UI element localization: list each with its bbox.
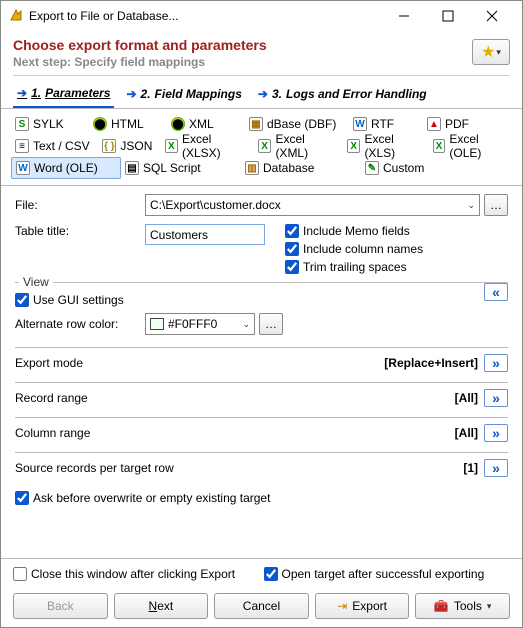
close-button[interactable] (470, 2, 514, 30)
favorites-button[interactable]: ★ ▾ (472, 39, 510, 65)
format-custom[interactable]: ✎Custom (361, 157, 471, 179)
format-excel-xlsx[interactable]: XExcel (XLSX) (161, 135, 254, 157)
table-title-label: Table title: (15, 224, 145, 238)
window-title: Export to File or Database... (29, 9, 382, 23)
src-per-row-expand-button[interactable]: » (484, 459, 508, 477)
excel-icon: X (258, 139, 272, 153)
export-mode-expand-button[interactable]: » (484, 354, 508, 372)
maximize-button[interactable] (426, 2, 470, 30)
arrow-icon: ➔ (258, 87, 268, 101)
view-group: View « Use GUI settings Alternate row co… (15, 282, 508, 335)
check-ask-overwrite[interactable]: Ask before overwrite or empty existing t… (15, 491, 508, 505)
format-json[interactable]: { }JSON (98, 135, 160, 157)
double-chevron-right-icon: » (492, 425, 500, 441)
ellipsis-icon: … (490, 198, 502, 212)
star-icon: ★ (481, 42, 495, 62)
check-trim-spaces[interactable]: Trim trailing spaces (285, 260, 423, 274)
export-mode-row: Export mode [Replace+Insert] » (15, 347, 508, 370)
file-value: C:\Export\customer.docx (150, 198, 281, 212)
json-icon: { } (102, 139, 116, 153)
file-combo[interactable]: C:\Export\customer.docx ⌄ (145, 194, 480, 216)
sql-icon: ▤ (125, 161, 139, 175)
src-per-row-row: Source records per target row [1] » (15, 452, 508, 475)
excel-icon: X (433, 139, 446, 153)
titlebar: Export to File or Database... (1, 1, 522, 31)
excel-icon: X (165, 139, 178, 153)
database-icon: ▥ (245, 161, 259, 175)
record-range-expand-button[interactable]: » (484, 389, 508, 407)
minimize-button[interactable] (382, 2, 426, 30)
record-range-row: Record range [All] » (15, 382, 508, 405)
src-per-row-value: [1] (463, 461, 478, 475)
check-close-after-export[interactable]: Close this window after clicking Export (13, 567, 260, 581)
column-range-expand-button[interactable]: » (484, 424, 508, 442)
format-selector: SSYLK ⬤HTML ⬤XML ▦dBase (DBF) WRTF ▲PDF … (1, 109, 522, 186)
arrow-icon: ➔ (17, 86, 27, 100)
format-sylk[interactable]: SSYLK (11, 113, 89, 135)
tab-logs-errors[interactable]: ➔ 3. Logs and Error Handling (254, 82, 431, 108)
tab-parameters[interactable]: ➔ 1. Parameters (13, 82, 114, 108)
text-icon: ≡ (15, 139, 29, 153)
header-subtitle: Next step: Specify field mappings (13, 55, 472, 69)
alt-row-color-select[interactable]: #F0FFF0 ⌄ (145, 313, 255, 335)
header-title: Choose export format and parameters (13, 37, 472, 53)
check-include-columns[interactable]: Include column names (285, 242, 423, 256)
custom-icon: ✎ (365, 161, 379, 175)
arrow-icon: ➔ (126, 87, 136, 101)
check-include-memo[interactable]: Include Memo fields (285, 224, 423, 238)
chevron-down-icon: ⌄ (467, 200, 475, 211)
xml-icon: ⬤ (171, 117, 185, 131)
column-range-value: [All] (455, 426, 478, 440)
export-mode-value: [Replace+Insert] (384, 356, 478, 370)
sylk-icon: S (15, 117, 29, 131)
tools-button[interactable]: 🧰Tools▾ (415, 593, 510, 619)
parameters-panel: File: C:\Export\customer.docx ⌄ … Table … (1, 186, 522, 558)
format-excel-xml[interactable]: XExcel (XML) (254, 135, 343, 157)
alt-row-color-picker-button[interactable]: … (259, 313, 283, 335)
check-use-gui[interactable]: Use GUI settings (15, 293, 508, 307)
tab-field-mappings[interactable]: ➔ 2. Field Mappings (122, 82, 245, 108)
alt-row-color-label: Alternate row color: (15, 317, 145, 331)
ellipsis-icon: … (265, 317, 277, 331)
export-button[interactable]: ⇥Export (315, 593, 410, 619)
app-icon (9, 8, 23, 25)
chevron-down-icon: ⌄ (242, 319, 250, 330)
export-dialog: Export to File or Database... Choose exp… (0, 0, 523, 628)
format-text-csv[interactable]: ≡Text / CSV (11, 135, 98, 157)
file-browse-button[interactable]: … (484, 194, 508, 216)
double-chevron-left-icon: « (492, 284, 500, 300)
file-label: File: (15, 198, 145, 212)
view-collapse-button[interactable]: « (484, 283, 508, 301)
table-title-input[interactable] (145, 224, 265, 245)
format-excel-xls[interactable]: XExcel (XLS) (343, 135, 428, 157)
tools-icon: 🧰 (434, 599, 449, 613)
cancel-button[interactable]: Cancel (214, 593, 309, 619)
word-icon: W (16, 161, 30, 175)
export-icon: ⇥ (337, 599, 347, 613)
double-chevron-right-icon: » (492, 390, 500, 406)
format-word-ole[interactable]: WWord (OLE) (11, 157, 121, 179)
excel-icon: X (347, 139, 360, 153)
pdf-icon: ▲ (427, 117, 441, 131)
format-sql-script[interactable]: ▤SQL Script (121, 157, 241, 179)
rtf-icon: W (353, 117, 367, 131)
record-range-value: [All] (455, 391, 478, 405)
double-chevron-right-icon: » (492, 460, 500, 476)
chevron-down-icon: ▾ (496, 47, 501, 58)
color-swatch (150, 318, 164, 330)
format-excel-ole[interactable]: XExcel (OLE) (429, 135, 513, 157)
double-chevron-right-icon: » (492, 355, 500, 371)
view-group-title: View (19, 275, 53, 289)
column-range-row: Column range [All] » (15, 417, 508, 440)
html-icon: ⬤ (93, 117, 107, 131)
wizard-tabs: ➔ 1. Parameters ➔ 2. Field Mappings ➔ 3.… (1, 78, 522, 109)
next-button[interactable]: Next (114, 593, 209, 619)
format-html[interactable]: ⬤HTML (89, 113, 167, 135)
bottom-bar: Close this window after clicking Export … (1, 558, 522, 627)
chevron-down-icon: ▾ (487, 601, 492, 612)
back-button[interactable]: Back (13, 593, 108, 619)
dbase-icon: ▦ (249, 117, 263, 131)
check-open-target[interactable]: Open target after successful exporting (264, 567, 511, 581)
format-database[interactable]: ▥Database (241, 157, 361, 179)
